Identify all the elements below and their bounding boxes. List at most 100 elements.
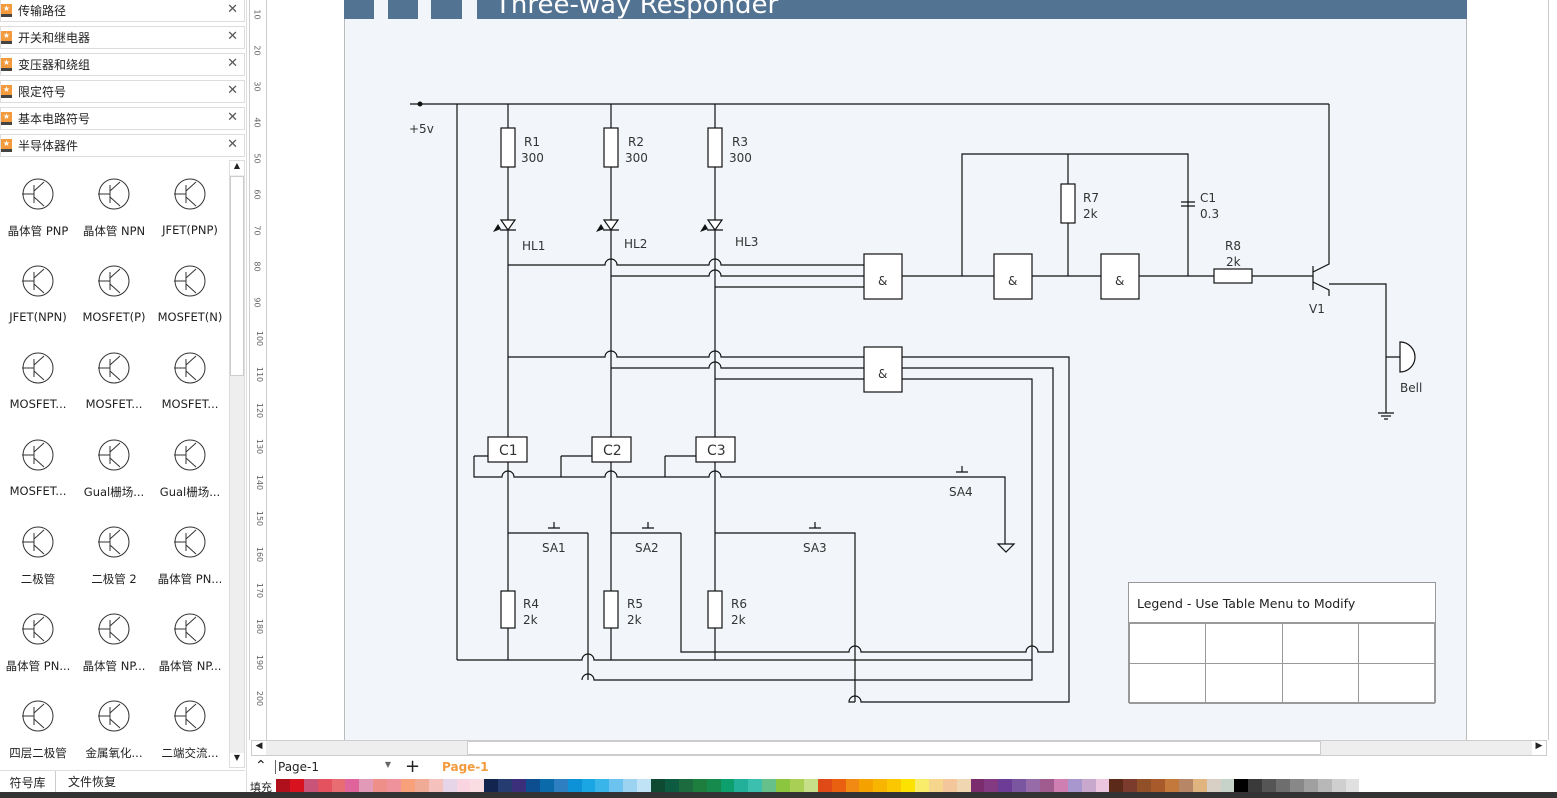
color-swatch[interactable] bbox=[1178, 779, 1193, 792]
bell-icon bbox=[1399, 341, 1416, 373]
color-swatch[interactable] bbox=[1276, 779, 1291, 792]
color-swatch[interactable] bbox=[512, 779, 527, 792]
color-swatch[interactable] bbox=[567, 779, 582, 792]
color-swatch[interactable] bbox=[776, 779, 790, 792]
led-hl2-icon bbox=[602, 219, 620, 232]
color-swatch[interactable] bbox=[553, 779, 568, 792]
color-swatch[interactable] bbox=[1137, 779, 1152, 792]
color-swatch[interactable] bbox=[442, 779, 457, 792]
color-swatch[interactable] bbox=[276, 779, 290, 792]
color-swatch[interactable] bbox=[1248, 779, 1263, 792]
color-swatch[interactable] bbox=[887, 779, 902, 792]
svg-text:2k: 2k bbox=[523, 613, 538, 627]
color-swatch[interactable] bbox=[539, 779, 554, 792]
color-swatch[interactable] bbox=[401, 779, 415, 792]
color-swatch[interactable] bbox=[1345, 779, 1360, 792]
legend-table[interactable]: Legend - Use Table Menu to Modify bbox=[1128, 582, 1436, 704]
color-swatch[interactable] bbox=[1095, 779, 1110, 792]
color-swatch[interactable] bbox=[581, 779, 596, 792]
color-swatch[interactable] bbox=[414, 779, 429, 792]
color-swatch[interactable] bbox=[928, 779, 943, 792]
color-swatch[interactable] bbox=[984, 779, 999, 792]
tab-file-recovery[interactable]: 文件恢复 bbox=[56, 771, 128, 792]
svg-text:Bell: Bell bbox=[1400, 381, 1422, 395]
add-page-icon[interactable]: + bbox=[405, 756, 420, 777]
color-swatch[interactable] bbox=[609, 779, 624, 792]
horizontal-scrollbar[interactable]: ◀ ▶ bbox=[251, 740, 1547, 756]
color-swatch[interactable] bbox=[914, 779, 929, 792]
color-swatch[interactable] bbox=[373, 779, 388, 792]
color-swatch[interactable] bbox=[303, 779, 318, 792]
color-swatch[interactable] bbox=[345, 779, 360, 792]
color-swatch[interactable] bbox=[956, 779, 971, 792]
resistor-r1 bbox=[500, 127, 516, 168]
tab-page-1[interactable]: Page-1 bbox=[442, 760, 489, 774]
color-swatch[interactable] bbox=[817, 779, 832, 792]
color-swatch[interactable] bbox=[651, 779, 665, 792]
color-swatch[interactable] bbox=[1165, 779, 1179, 792]
svg-text:+5v: +5v bbox=[409, 122, 434, 136]
color-swatch[interactable] bbox=[289, 779, 304, 792]
color-swatch[interactable] bbox=[1012, 779, 1027, 792]
color-swatch[interactable] bbox=[428, 779, 443, 792]
color-swatch[interactable] bbox=[720, 779, 735, 792]
shape-label: 金属氧化... bbox=[85, 746, 143, 760]
resistor-r8 bbox=[1213, 268, 1253, 284]
color-swatch[interactable] bbox=[789, 779, 804, 792]
color-swatch[interactable] bbox=[748, 779, 763, 792]
color-swatch[interactable] bbox=[595, 779, 610, 792]
color-swatch[interactable] bbox=[1192, 779, 1207, 792]
color-swatch[interactable] bbox=[1109, 779, 1124, 792]
color-swatch[interactable] bbox=[637, 779, 652, 792]
color-swatch[interactable] bbox=[706, 779, 721, 792]
color-swatch[interactable] bbox=[456, 779, 471, 792]
color-palette bbox=[276, 779, 1360, 792]
color-swatch[interactable] bbox=[1067, 779, 1082, 792]
color-swatch[interactable] bbox=[1262, 779, 1277, 792]
color-swatch[interactable] bbox=[484, 779, 499, 792]
color-swatch[interactable] bbox=[692, 779, 707, 792]
color-swatch[interactable] bbox=[1234, 779, 1249, 792]
color-swatch[interactable] bbox=[1331, 779, 1346, 792]
color-swatch[interactable] bbox=[1220, 779, 1235, 792]
color-swatch[interactable] bbox=[526, 779, 540, 792]
color-swatch[interactable] bbox=[1026, 779, 1040, 792]
resistor-r5 bbox=[603, 590, 619, 629]
color-swatch[interactable] bbox=[998, 779, 1013, 792]
color-swatch[interactable] bbox=[498, 779, 513, 792]
color-swatch[interactable] bbox=[845, 779, 860, 792]
color-swatch[interactable] bbox=[678, 779, 693, 792]
color-swatch[interactable] bbox=[762, 779, 777, 792]
color-swatch[interactable] bbox=[1303, 779, 1318, 792]
color-swatch[interactable] bbox=[859, 779, 874, 792]
color-swatch[interactable] bbox=[623, 779, 638, 792]
color-swatch[interactable] bbox=[1053, 779, 1068, 792]
page-tabs-bar: ⌃ Page-1 ▼ + Page-1 bbox=[250, 756, 1550, 778]
color-swatch[interactable] bbox=[1206, 779, 1221, 792]
color-swatch[interactable] bbox=[359, 779, 374, 792]
collapse-icon[interactable]: ⌃ bbox=[255, 758, 267, 774]
page-select[interactable]: Page-1 ▼ bbox=[275, 760, 393, 774]
color-swatch[interactable] bbox=[664, 779, 679, 792]
gate-label: & bbox=[878, 367, 887, 381]
color-swatch[interactable] bbox=[470, 779, 485, 792]
color-swatch[interactable] bbox=[1081, 779, 1096, 792]
color-swatch[interactable] bbox=[901, 779, 915, 792]
color-swatch[interactable] bbox=[831, 779, 846, 792]
color-swatch[interactable] bbox=[331, 779, 346, 792]
color-swatch[interactable] bbox=[970, 779, 985, 792]
color-swatch[interactable] bbox=[1039, 779, 1054, 792]
color-swatch[interactable] bbox=[1317, 779, 1332, 792]
vertical-scrollbar[interactable] bbox=[1548, 0, 1557, 740]
color-swatch[interactable] bbox=[1123, 779, 1138, 792]
resistor-r2 bbox=[603, 127, 619, 168]
color-swatch[interactable] bbox=[942, 779, 957, 792]
color-swatch[interactable] bbox=[803, 779, 818, 792]
color-swatch[interactable] bbox=[734, 779, 749, 792]
tab-symbol-library[interactable]: 符号库 bbox=[0, 771, 56, 792]
color-swatch[interactable] bbox=[873, 779, 888, 792]
color-swatch[interactable] bbox=[317, 779, 332, 792]
color-swatch[interactable] bbox=[387, 779, 402, 792]
color-swatch[interactable] bbox=[1151, 779, 1165, 792]
color-swatch[interactable] bbox=[1290, 779, 1304, 792]
